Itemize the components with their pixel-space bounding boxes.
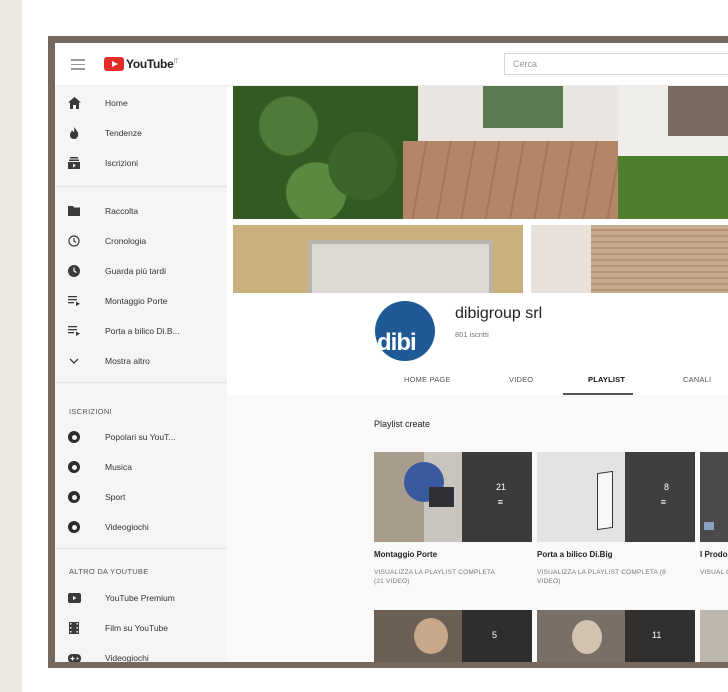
sidebar-subscription-musica[interactable]: Musica [55, 452, 227, 482]
sidebar-item-label: Home [105, 98, 128, 108]
sidebar-item-videogiochi-more[interactable]: Videogiochi [55, 643, 227, 662]
sidebar-item-label: Guarda più tardi [105, 266, 166, 276]
playlist-title[interactable]: I Prodo [700, 550, 728, 559]
playlist-card[interactable]: 5 [374, 610, 532, 662]
film-icon [67, 621, 81, 635]
youtube-logo[interactable]: YouTubeIT [104, 56, 178, 72]
sidebar-item-guarda-piu-tardi[interactable]: Guarda più tardi [55, 256, 227, 286]
sidebar-item-label: Cronologia [105, 236, 147, 246]
playlist-section: Playlist create 21 ≡ Montaggio Porte VIS… [227, 395, 728, 662]
sidebar-item-label: Videogiochi [105, 522, 149, 532]
sidebar-item-label: Sport [105, 492, 126, 502]
home-icon [67, 96, 81, 110]
video-count: 11 [652, 630, 662, 640]
history-icon [67, 234, 81, 248]
channel-icon [67, 520, 81, 534]
sidebar-item-raccolta[interactable]: Raccolta [55, 196, 227, 226]
sidebar: Home Tendenze Iscrizioni Raccolta Cronol… [55, 86, 227, 662]
logo-text: YouTubeIT [126, 57, 179, 71]
playlist-icon: ≡ [660, 497, 666, 507]
subscriptions-icon [67, 156, 81, 170]
tab-playlist[interactable]: PLAYLIST [588, 375, 625, 384]
subscriber-count: 801 iscritti [455, 330, 489, 339]
view-playlist-link[interactable]: VISUAL COMPLE [700, 568, 728, 577]
gamepad-icon [67, 651, 81, 662]
sidebar-item-mostra-altro[interactable]: Mostra altro [55, 346, 227, 376]
sidebar-item-label: Videogiochi [105, 653, 149, 662]
sidebar-item-label: Mostra altro [105, 356, 150, 366]
subscriptions-heading: ISCRIZIONI [69, 407, 113, 416]
sidebar-subscription-popolari[interactable]: Popolari su YouT... [55, 422, 227, 452]
menu-icon[interactable] [71, 59, 85, 70]
playlist-card[interactable]: 11 [537, 610, 695, 662]
more-heading: ALTRO DA YOUTUBE [69, 567, 149, 576]
tab-home-page[interactable]: HOME PAGE [404, 375, 451, 384]
video-count: 5 [492, 630, 498, 640]
sidebar-subscription-sport[interactable]: Sport [55, 482, 227, 512]
sidebar-item-tendenze[interactable]: Tendenze [55, 118, 227, 148]
sidebar-item-cronologia[interactable]: Cronologia [55, 226, 227, 256]
channel-banner [233, 86, 728, 219]
chevron-down-icon [67, 354, 81, 368]
sidebar-item-label: Raccolta [105, 206, 139, 216]
channel-icon [67, 460, 81, 474]
sidebar-item-youtube-premium[interactable]: YouTube Premium [55, 583, 227, 613]
avatar-text: dibi [377, 329, 417, 356]
sidebar-item-label: Porta a bilico Di.B... [105, 326, 180, 336]
playlist-card[interactable]: I Prodo VISUAL COMPLE [700, 452, 728, 612]
sidebar-item-label: YouTube Premium [105, 593, 175, 603]
video-count: 21 [495, 482, 506, 492]
playlist-thumbnail[interactable]: 21 ≡ [374, 452, 532, 542]
top-bar: YouTubeIT Cerca [55, 43, 728, 86]
playlist-card[interactable] [700, 610, 728, 662]
sidebar-item-label: Montaggio Porte [105, 296, 168, 306]
tab-video[interactable]: VIDEO [509, 375, 533, 384]
playlist-thumbnail[interactable]: 8 ≡ [537, 452, 695, 542]
clock-icon [67, 264, 81, 278]
sidebar-item-label: Iscrizioni [105, 158, 139, 168]
sidebar-item-iscrizioni[interactable]: Iscrizioni [55, 148, 227, 178]
video-count: 8 [663, 482, 669, 492]
playlist-title[interactable]: Montaggio Porte [374, 550, 437, 559]
view-playlist-link[interactable]: VISUALIZZA LA PLAYLIST COMPLETA (21 VIDE… [374, 568, 504, 586]
search-input[interactable]: Cerca [504, 53, 728, 75]
flame-icon [67, 126, 81, 140]
sidebar-item-montaggio-porte[interactable]: Montaggio Porte [55, 286, 227, 316]
play-icon [104, 57, 124, 71]
sidebar-item-home[interactable]: Home [55, 88, 227, 118]
sidebar-divider [55, 382, 227, 383]
channel-tabs: HOME PAGE VIDEO PLAYLIST CANALI [377, 363, 728, 397]
sidebar-item-label: Tendenze [105, 128, 142, 138]
channel-avatar[interactable]: dibi [375, 301, 435, 361]
playlist-icon [67, 294, 81, 308]
sidebar-item-porta-a-bilico[interactable]: Porta a bilico Di.B... [55, 316, 227, 346]
playlist-icon [67, 324, 81, 338]
sidebar-item-film[interactable]: Film su YouTube [55, 613, 227, 643]
sidebar-item-label: Film su YouTube [105, 623, 168, 633]
sidebar-divider [55, 186, 227, 187]
folder-icon [67, 204, 81, 218]
sidebar-subscription-videogiochi[interactable]: Videogiochi [55, 512, 227, 542]
youtube-icon [67, 591, 81, 605]
playlist-title[interactable]: Porta a bilico Di.Big [537, 550, 613, 559]
playlist-thumbnail[interactable] [700, 452, 728, 542]
browser-screen: YouTubeIT Cerca Home Tendenze Iscrizioni [55, 43, 728, 662]
playlist-icon: ≡ [497, 497, 503, 507]
sidebar-item-label: Popolari su YouT... [105, 432, 176, 442]
tab-canali[interactable]: CANALI [683, 375, 711, 384]
channel-icon [67, 490, 81, 504]
sidebar-item-label: Musica [105, 462, 132, 472]
image-icon [704, 522, 714, 530]
channel-name: dibigroup srl [455, 305, 543, 322]
sidebar-divider [55, 548, 227, 549]
channel-icon [67, 430, 81, 444]
section-title: Playlist create [374, 419, 431, 429]
view-playlist-link[interactable]: VISUALIZZA LA PLAYLIST COMPLETA (8 VIDEO… [537, 568, 667, 586]
